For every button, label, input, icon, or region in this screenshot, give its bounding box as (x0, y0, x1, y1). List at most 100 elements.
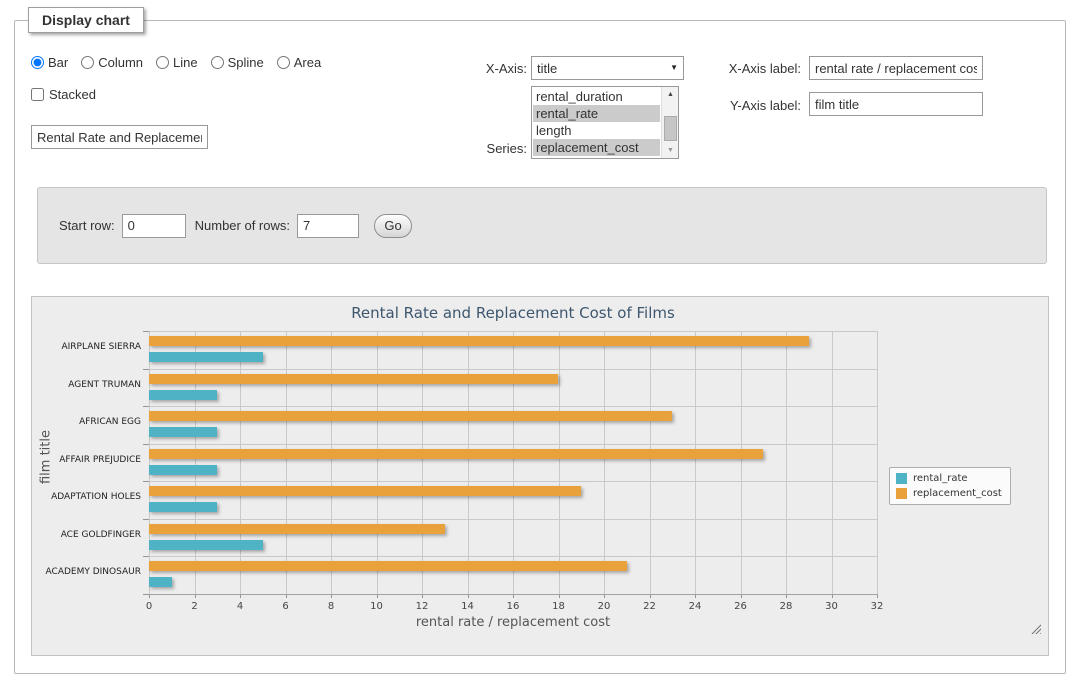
series-select-label: Series: (435, 141, 527, 156)
listbox-scrollbar[interactable]: ▲ ▼ (661, 87, 678, 158)
bar-replacement_cost (149, 374, 558, 384)
x-axis-tick-label: 8 (311, 601, 351, 612)
radio-spline-input[interactable] (211, 56, 224, 69)
legend-swatch-icon (896, 488, 907, 499)
y-axis-label-input[interactable] (809, 92, 983, 116)
number-of-rows-input[interactable] (297, 214, 359, 238)
gridline-horizontal (149, 369, 877, 370)
bar-replacement_cost (149, 561, 627, 571)
radio-spline-label: Spline (228, 55, 264, 70)
bar-rental_rate (149, 465, 217, 475)
resize-grip-icon[interactable] (1030, 623, 1041, 634)
x-axis-tick-label: 6 (266, 601, 306, 612)
gridline-horizontal (149, 406, 877, 407)
gridline-vertical (832, 331, 833, 594)
gridline-horizontal (149, 481, 877, 482)
radio-column[interactable]: Column (81, 55, 143, 70)
stacked-label: Stacked (49, 87, 96, 102)
x-axis-tick-label: 14 (448, 601, 488, 612)
x-axis-tick-label: 24 (675, 601, 715, 612)
radio-bar[interactable]: Bar (31, 55, 68, 70)
x-axis-label-input[interactable] (809, 56, 983, 80)
chart-title-input[interactable] (31, 125, 208, 149)
bar-replacement_cost (149, 486, 581, 496)
bar-replacement_cost (149, 411, 672, 421)
radio-bar-input[interactable] (31, 56, 44, 69)
series-option-length[interactable]: length (533, 122, 660, 139)
series-options: rental_duration rental_rate length repla… (533, 88, 660, 157)
x-axis-tick-label: 26 (721, 601, 761, 612)
chart-legend-item-rental_rate[interactable]: rental_rate (896, 473, 1002, 484)
gridline-vertical (468, 331, 469, 594)
gridline-horizontal (149, 556, 877, 557)
go-button[interactable]: Go (374, 214, 412, 238)
x-axis-tick-label: 4 (220, 601, 260, 612)
stacked-checkbox[interactable] (31, 88, 44, 101)
radio-area[interactable]: Area (277, 55, 321, 70)
category-label: ACADEMY DINOSAUR (41, 567, 141, 577)
gridline-vertical (604, 331, 605, 594)
radio-line-input[interactable] (156, 56, 169, 69)
scroll-down-icon[interactable]: ▼ (662, 143, 679, 158)
scrollbar-thumb[interactable] (664, 116, 677, 141)
bar-replacement_cost (149, 336, 809, 346)
x-axis-line (149, 594, 878, 595)
bar-replacement_cost (149, 449, 763, 459)
gridline-vertical (513, 331, 514, 594)
chart-plot-area: AIRPLANE SIERRAAGENT TRUMANAFRICAN EGGAF… (149, 331, 877, 594)
y-axis-tick (143, 331, 149, 332)
x-axis-select[interactable]: title ▼ (531, 56, 684, 80)
radio-area-input[interactable] (277, 56, 290, 69)
radio-column-label: Column (98, 55, 143, 70)
x-axis-select-label: X-Axis: (435, 61, 527, 76)
x-axis-tick-label: 0 (129, 601, 169, 612)
y-axis-tick (143, 406, 149, 407)
category-label: AIRPLANE SIERRA (41, 342, 141, 352)
gridline-vertical (377, 331, 378, 594)
gridline-vertical (422, 331, 423, 594)
bar-rental_rate (149, 390, 217, 400)
series-option-rental-duration[interactable]: rental_duration (533, 88, 660, 105)
gridline-vertical (695, 331, 696, 594)
gridline-vertical (559, 331, 560, 594)
x-axis-label-caption: X-Axis label: (711, 61, 801, 76)
row-range-panel: Start row: Number of rows: Go (37, 187, 1047, 264)
gridline-vertical (331, 331, 332, 594)
chart-legend-item-replacement_cost[interactable]: replacement_cost (896, 488, 1002, 499)
legend-label: rental_rate (913, 473, 968, 484)
y-axis-tick (143, 369, 149, 370)
gridline-vertical (195, 331, 196, 594)
x-axis-tick-label: 30 (812, 601, 852, 612)
y-axis-tick (143, 556, 149, 557)
series-listbox[interactable]: rental_duration rental_rate length repla… (531, 86, 679, 159)
x-axis-tick-label: 32 (857, 601, 897, 612)
chart-y-axis-title: film title (39, 430, 54, 484)
radio-spline[interactable]: Spline (211, 55, 264, 70)
stacked-checkbox-row[interactable]: Stacked (31, 87, 96, 102)
series-option-rental-rate[interactable]: rental_rate (533, 105, 660, 122)
x-axis-tick-label: 20 (584, 601, 624, 612)
chart-x-axis-title: rental rate / replacement cost (149, 615, 877, 630)
bar-replacement_cost (149, 524, 445, 534)
y-axis-tick (143, 519, 149, 520)
series-option-replacement-cost[interactable]: replacement_cost (533, 139, 660, 156)
y-axis-tick (143, 444, 149, 445)
legend-swatch-icon (896, 473, 907, 484)
scroll-up-icon[interactable]: ▲ (662, 87, 679, 102)
x-axis-tick-label: 12 (402, 601, 442, 612)
y-axis-tick (143, 481, 149, 482)
chart-type-radio-group: Bar Column Line Spline Area (31, 55, 334, 70)
gridline-vertical (149, 331, 150, 594)
x-axis-tick-label: 22 (630, 601, 670, 612)
chart-title: Rental Rate and Replacement Cost of Film… (149, 304, 877, 322)
gridline-vertical (786, 331, 787, 594)
radio-column-input[interactable] (81, 56, 94, 69)
gridline-vertical (741, 331, 742, 594)
x-axis-tick-label: 28 (766, 601, 806, 612)
start-row-input[interactable] (122, 214, 186, 238)
fieldset-legend: Display chart (28, 7, 144, 33)
category-label: AGENT TRUMAN (41, 380, 141, 390)
gridline-vertical (286, 331, 287, 594)
gridline-horizontal (149, 444, 877, 445)
radio-line[interactable]: Line (156, 55, 198, 70)
